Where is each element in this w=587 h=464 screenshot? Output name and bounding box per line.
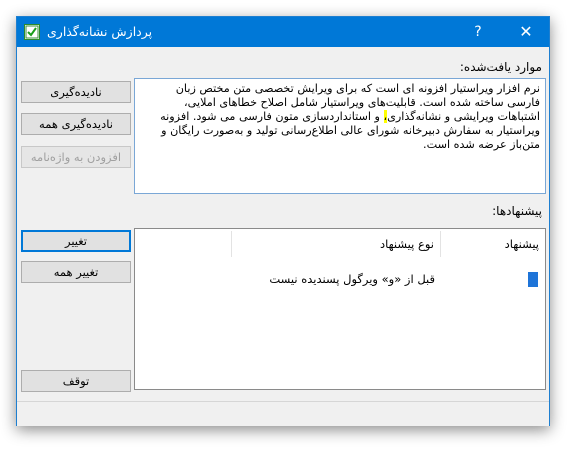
add-to-dictionary-button[interactable]: افزودن به واژه‌نامه bbox=[21, 146, 131, 168]
close-button[interactable]: ✕ bbox=[503, 17, 549, 47]
window-title: پردازش نشانه‌گذاری bbox=[47, 24, 153, 39]
dialog-window: پردازش نشانه‌گذاری ? ✕ موارد یافت‌شده: ن… bbox=[16, 16, 550, 426]
column-header-suggestion-type[interactable]: نوع پیشنهاد bbox=[231, 231, 440, 257]
suggestions-list[interactable]: پیشنهاد نوع پیشنهاد قبل از «و» ویرگول پس… bbox=[134, 228, 546, 390]
stop-button[interactable]: توقف bbox=[21, 370, 131, 392]
suggestion-type-cell: قبل از «و» ویرگول پسندیده نیست bbox=[269, 272, 435, 286]
change-button[interactable]: تغییر bbox=[21, 230, 131, 252]
selection-marker bbox=[528, 272, 538, 287]
help-button[interactable]: ? bbox=[455, 17, 501, 47]
change-all-button[interactable]: تغییر همه bbox=[21, 261, 131, 283]
found-text-box[interactable]: نرم افزار ویراستیار افزونه ای است که برا… bbox=[134, 78, 546, 194]
checkmark-document-icon bbox=[24, 24, 40, 40]
column-header-suggestion[interactable]: پیشنهاد bbox=[440, 231, 545, 257]
ignore-button[interactable]: نادیده‌گیری bbox=[21, 81, 131, 103]
suggestions-label: پیشنهادها: bbox=[492, 204, 542, 218]
found-items-label: موارد یافت‌شده: bbox=[459, 60, 542, 74]
ignore-all-button[interactable]: نادیده‌گیری همه bbox=[21, 113, 131, 135]
title-bar[interactable]: پردازش نشانه‌گذاری ? ✕ bbox=[17, 17, 549, 47]
status-bar bbox=[17, 401, 549, 426]
